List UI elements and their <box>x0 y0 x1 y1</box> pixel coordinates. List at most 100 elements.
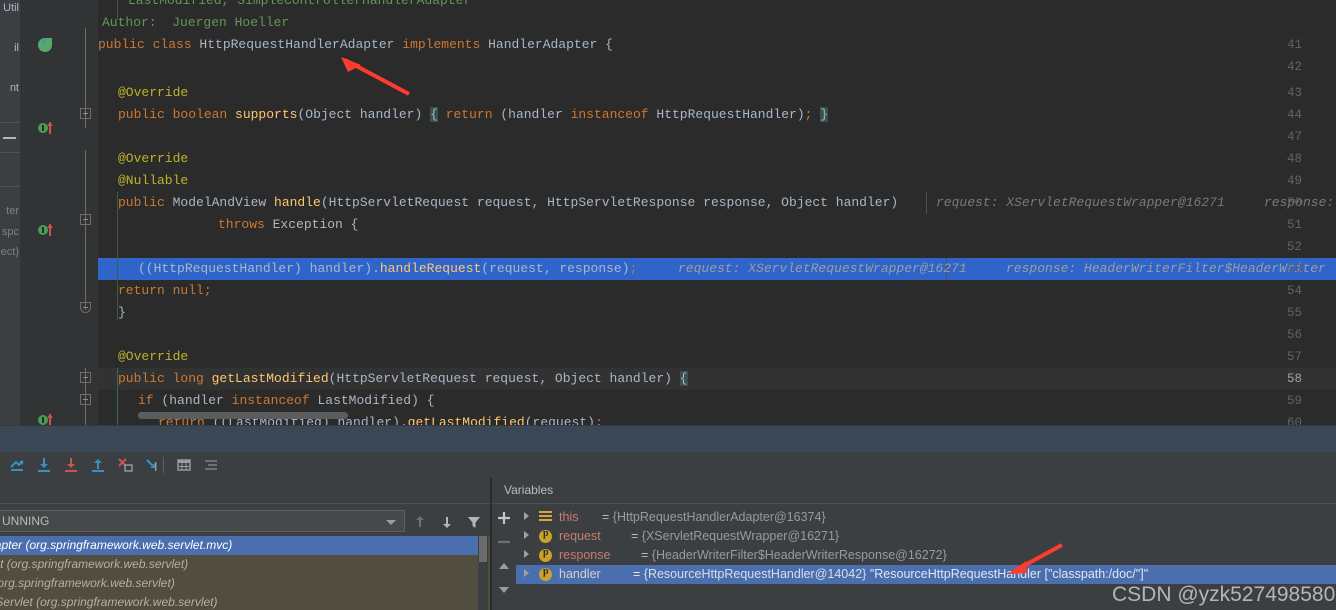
remove-watch-icon[interactable] <box>496 534 512 550</box>
fold-expand-icon-44[interactable] <box>80 108 91 119</box>
variable-value-handler: = {ResourceHttpRequestHandler@14042} "Re… <box>633 567 1149 581</box>
code-line-53[interactable]: ((HttpRequestHandler) handler).handleReq… <box>138 258 637 280</box>
frames-scrollbar-thumb[interactable] <box>479 536 487 562</box>
frames-header <box>0 478 490 504</box>
code-line-57[interactable]: @Override <box>118 346 188 368</box>
thread-selector[interactable]: UNNING <box>0 510 405 532</box>
editor-gutter[interactable] <box>20 0 76 425</box>
left-strip-collapse-icon[interactable] <box>3 137 16 139</box>
settings-list-icon[interactable] <box>202 456 220 474</box>
frame-row-0[interactable]: handle:53, HttpRequestHandlerAdapter (or… <box>0 536 478 555</box>
variable-name-this: this <box>559 510 579 524</box>
variable-row-request[interactable]: request = {XServletRequestWrapper@16271} <box>516 527 1336 546</box>
left-strip-item-0: Util <box>3 2 19 14</box>
variable-name-handler: handler <box>559 567 601 581</box>
line-number-41: 41 <box>1286 38 1302 52</box>
variable-row-this[interactable]: this = {HttpRequestHandlerAdapter@16374} <box>516 508 1336 527</box>
line-number-58: 58 <box>1286 372 1302 386</box>
override-marker-icon-44[interactable] <box>38 122 53 136</box>
code-line-58[interactable]: public long getLastModified(HttpServletR… <box>118 368 688 390</box>
frames-filter-icon[interactable] <box>466 514 482 530</box>
chevron-right-icon[interactable] <box>524 550 529 558</box>
left-strip-item-4: spc <box>1 226 19 238</box>
debug-stepping-toolbar <box>0 452 1336 478</box>
line-number-54: 54 <box>1286 284 1302 298</box>
line-number-55: 55 <box>1286 306 1302 320</box>
frames-up-icon[interactable] <box>412 514 428 530</box>
javadoc-author-line: Author: Juergen Hoeller <box>102 12 289 34</box>
variables-title: Variables <box>504 483 554 497</box>
variable-value-handler-string: "ResourceHttpRequestHandler ["classpath:… <box>869 567 1149 581</box>
fold-collapse-icon-59[interactable] <box>80 394 91 405</box>
frame-row-1[interactable]: doDispatch:1038, DispatcherServlet (org.… <box>0 555 478 574</box>
force-step-into-icon[interactable] <box>116 456 134 474</box>
editor-hscroll-thumb[interactable] <box>138 412 348 419</box>
splitter-bottom-border <box>0 425 1336 426</box>
frames-panel: UNNING pter (org.springframework.web.ser… <box>0 478 490 610</box>
left-strip-divider-0 <box>0 122 20 123</box>
override-marker-icon-50[interactable] <box>38 224 53 238</box>
add-watch-icon[interactable] <box>496 510 512 526</box>
fold-end-icon-55[interactable] <box>80 302 91 313</box>
step-out-icon[interactable] <box>89 456 107 474</box>
chevron-down-icon[interactable] <box>386 520 396 525</box>
variable-name-request: request <box>559 529 601 543</box>
editor-horizontal-scrollbar[interactable] <box>98 411 1336 420</box>
code-line-44[interactable]: public boolean supports(Object handler) … <box>118 104 829 126</box>
frames-header-border <box>0 503 490 504</box>
inlay-separator-line50 <box>926 192 927 214</box>
left-strip-divider-1 <box>0 152 20 153</box>
code-line-43[interactable]: @Override <box>118 82 188 104</box>
line-number-48: 48 <box>1286 152 1302 166</box>
frames-vertical-scrollbar[interactable] <box>478 536 488 610</box>
javadoc-author-name: Juergen Hoeller <box>172 15 290 30</box>
param-icon <box>539 566 552 581</box>
code-line-48[interactable]: @Override <box>118 148 188 170</box>
code-line-59[interactable]: if (handler instanceof LastModified) { <box>138 390 435 412</box>
frames-down-icon[interactable] <box>439 514 455 530</box>
left-tool-panel-clipped: Util il nt ter spc ect) <box>0 0 20 425</box>
javadoc-author-label: Author: <box>102 15 157 30</box>
code-line-54[interactable]: return null; <box>118 280 212 302</box>
frame-row-2[interactable]: doService:942, DispatcherServlet (org.sp… <box>0 574 478 593</box>
frames-list[interactable]: handle:53, HttpRequestHandlerAdapter (or… <box>0 536 490 610</box>
variable-value-request: = {XServletRequestWrapper@16271} <box>631 529 840 543</box>
code-line-41[interactable]: public class HttpRequestHandlerAdapter i… <box>98 34 613 56</box>
variable-row-response[interactable]: response = {HeaderWriterFilter$HeaderWri… <box>516 546 1336 565</box>
frame-row-0-label: handle:53, HttpRequestHandlerAdapter (or… <box>0 538 233 552</box>
code-pane[interactable]: LastModified, SimpleControllerHandlerAda… <box>98 0 1336 425</box>
left-strip-divider-2 <box>0 186 20 187</box>
step-over-icon[interactable] <box>35 456 53 474</box>
frame-row-3[interactable]: processRequest:1005, FrameworkServlet (o… <box>0 593 478 610</box>
thread-selector-value: UNNING <box>2 514 50 528</box>
line-number-49: 49 <box>1286 174 1302 188</box>
toolbar-separator <box>163 457 164 473</box>
chevron-right-icon[interactable] <box>524 531 529 539</box>
watch-up-icon[interactable] <box>496 558 512 574</box>
spring-bean-icon[interactable] <box>38 37 52 52</box>
chevron-right-icon[interactable] <box>524 569 529 577</box>
fold-collapse-icon-51[interactable] <box>80 214 91 225</box>
evaluate-expression-icon[interactable] <box>175 456 193 474</box>
fold-collapse-icon-58[interactable] <box>80 372 91 383</box>
frame-row-2-label: doService:942, DispatcherServlet (org.sp… <box>0 576 175 590</box>
code-line-51[interactable]: throws Exception { <box>218 214 358 236</box>
run-to-cursor-icon[interactable] <box>143 456 161 474</box>
variable-row-handler[interactable]: handler = {ResourceHttpRequestHandler@14… <box>516 565 1336 584</box>
chevron-right-icon[interactable] <box>524 512 529 520</box>
editor-debug-splitter[interactable] <box>0 425 1336 452</box>
code-line-49[interactable]: @Nullable <box>118 170 188 192</box>
line-number-59: 59 <box>1286 394 1302 408</box>
code-line-55[interactable]: } <box>118 302 126 324</box>
code-line-50[interactable]: public ModelAndView handle(HttpServletRe… <box>118 192 898 214</box>
variables-side-toolbar <box>492 504 516 610</box>
watch-down-icon[interactable] <box>496 582 512 598</box>
step-into-icon[interactable] <box>62 456 80 474</box>
left-strip-item-2: nt <box>9 82 19 94</box>
line-number-52: 52 <box>1286 240 1302 254</box>
csdn-watermark: CSDN @yzk527498580 <box>1112 583 1336 606</box>
show-execution-point-icon[interactable] <box>8 456 26 474</box>
override-marker-icon-58[interactable] <box>38 414 53 425</box>
editor-fold-gutter[interactable] <box>76 0 98 425</box>
line-number-44: 44 <box>1286 108 1302 122</box>
